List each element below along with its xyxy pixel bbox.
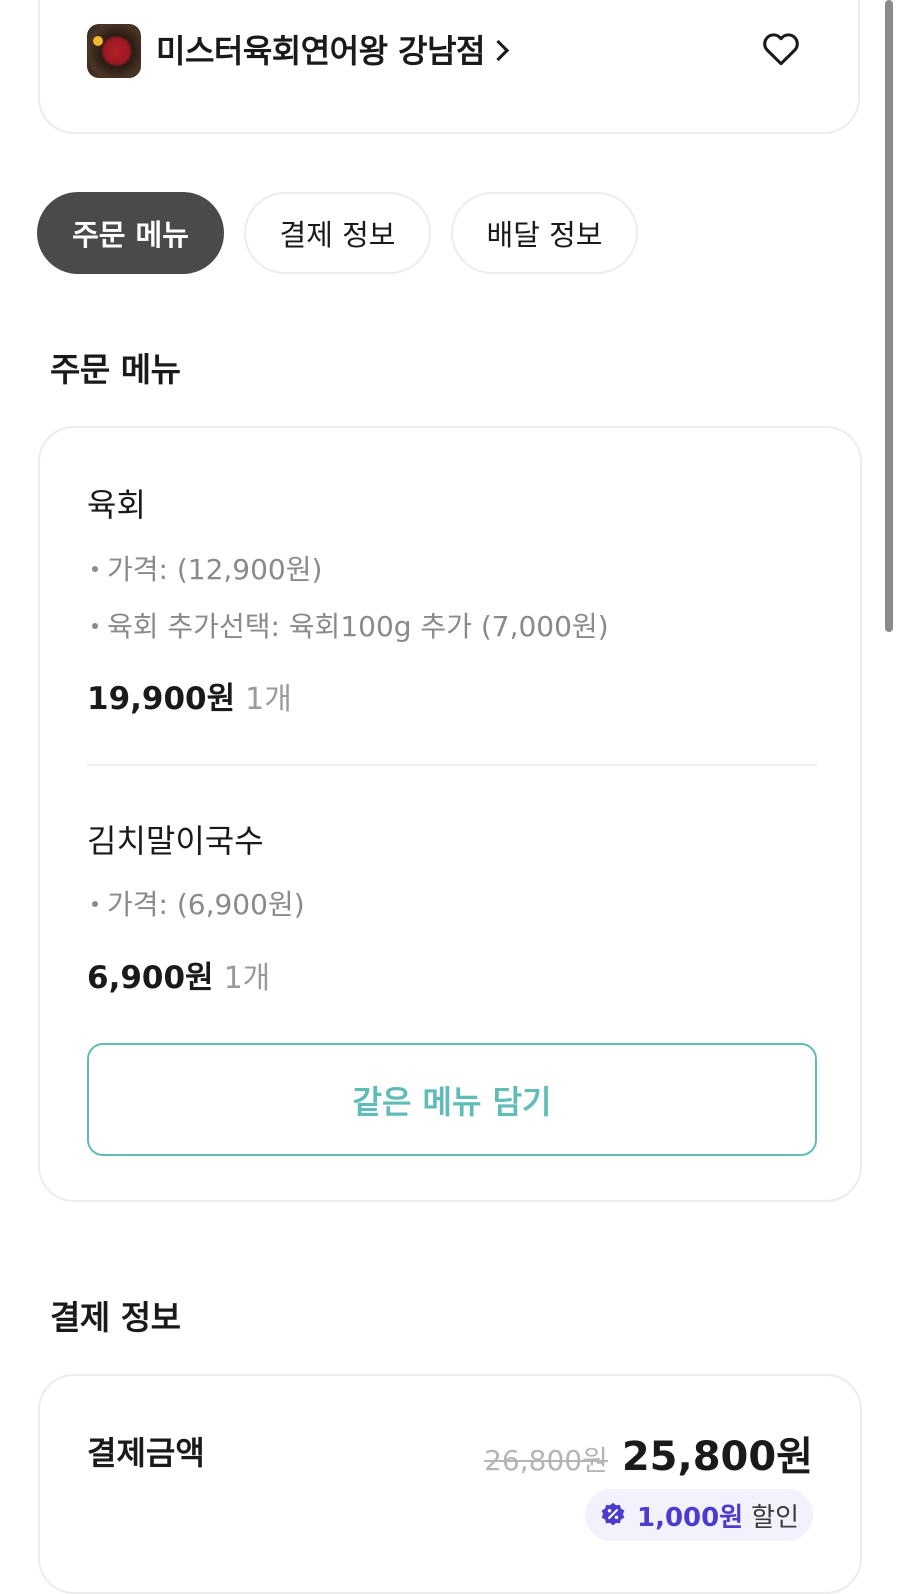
discount-text: 할인 xyxy=(751,1502,799,1533)
item-option: 육회 추가선택: 육회100g 추가 (7,000원) xyxy=(92,605,609,645)
payment-amounts: 26,800원 25,800원 xyxy=(484,1424,813,1482)
payment-amount-label: 결제금액 xyxy=(87,1434,205,1472)
item-name: 김치말이국수 xyxy=(87,822,264,860)
item-quantity: 1개 xyxy=(245,682,292,717)
payment-info-title: 결제 정보 xyxy=(50,1298,181,1337)
bullet-dot xyxy=(92,566,98,572)
item-option: 가격: (12,900원) xyxy=(92,548,322,588)
heart-icon[interactable] xyxy=(762,32,800,66)
item-price-row: 6,900원 1개 xyxy=(87,952,270,997)
payment-card: 결제금액 26,800원 25,800원 1,000원 할인 xyxy=(38,1374,862,1594)
order-menu-card: 육회 가격: (12,900원) 육회 추가선택: 육회100g 추가 (7,0… xyxy=(38,426,862,1202)
order-menu-title: 주문 메뉴 xyxy=(50,350,181,389)
item-option: 가격: (6,900원) xyxy=(92,883,305,923)
item-quantity: 1개 xyxy=(223,961,271,996)
store-name-link[interactable]: 미스터육회연어왕 강남점 xyxy=(156,26,510,72)
bullet-dot xyxy=(92,623,98,629)
store-name: 미스터육회연어왕 강남점 xyxy=(156,32,485,70)
item-price: 6,900원 xyxy=(87,960,214,996)
tab-order-menu[interactable]: 주문 메뉴 xyxy=(37,192,224,274)
store-thumbnail-image[interactable] xyxy=(87,24,141,78)
add-same-menu-button[interactable]: 같은 메뉴 담기 xyxy=(87,1043,817,1156)
scrollbar[interactable] xyxy=(885,0,893,632)
tab-payment-info[interactable]: 결제 정보 xyxy=(244,192,431,274)
discount-badge: 1,000원 할인 xyxy=(584,1489,813,1541)
final-amount: 25,800원 xyxy=(621,1434,813,1480)
bullet-dot xyxy=(92,901,98,907)
discount-badge-icon xyxy=(601,1502,625,1526)
item-price: 19,900원 xyxy=(87,681,236,717)
store-card: 미스터육회연어왕 강남점 xyxy=(38,0,860,134)
item-price-row: 19,900원 1개 xyxy=(87,673,292,718)
section-tabs: 주문 메뉴 결제 정보 배달 정보 xyxy=(37,192,638,274)
item-name: 육회 xyxy=(87,486,146,524)
chevron-right-icon xyxy=(487,39,510,62)
tab-delivery-info[interactable]: 배달 정보 xyxy=(451,192,638,274)
discount-amount: 1,000원 xyxy=(636,1502,744,1533)
original-amount: 26,800원 xyxy=(484,1444,608,1477)
item-divider xyxy=(87,764,817,766)
